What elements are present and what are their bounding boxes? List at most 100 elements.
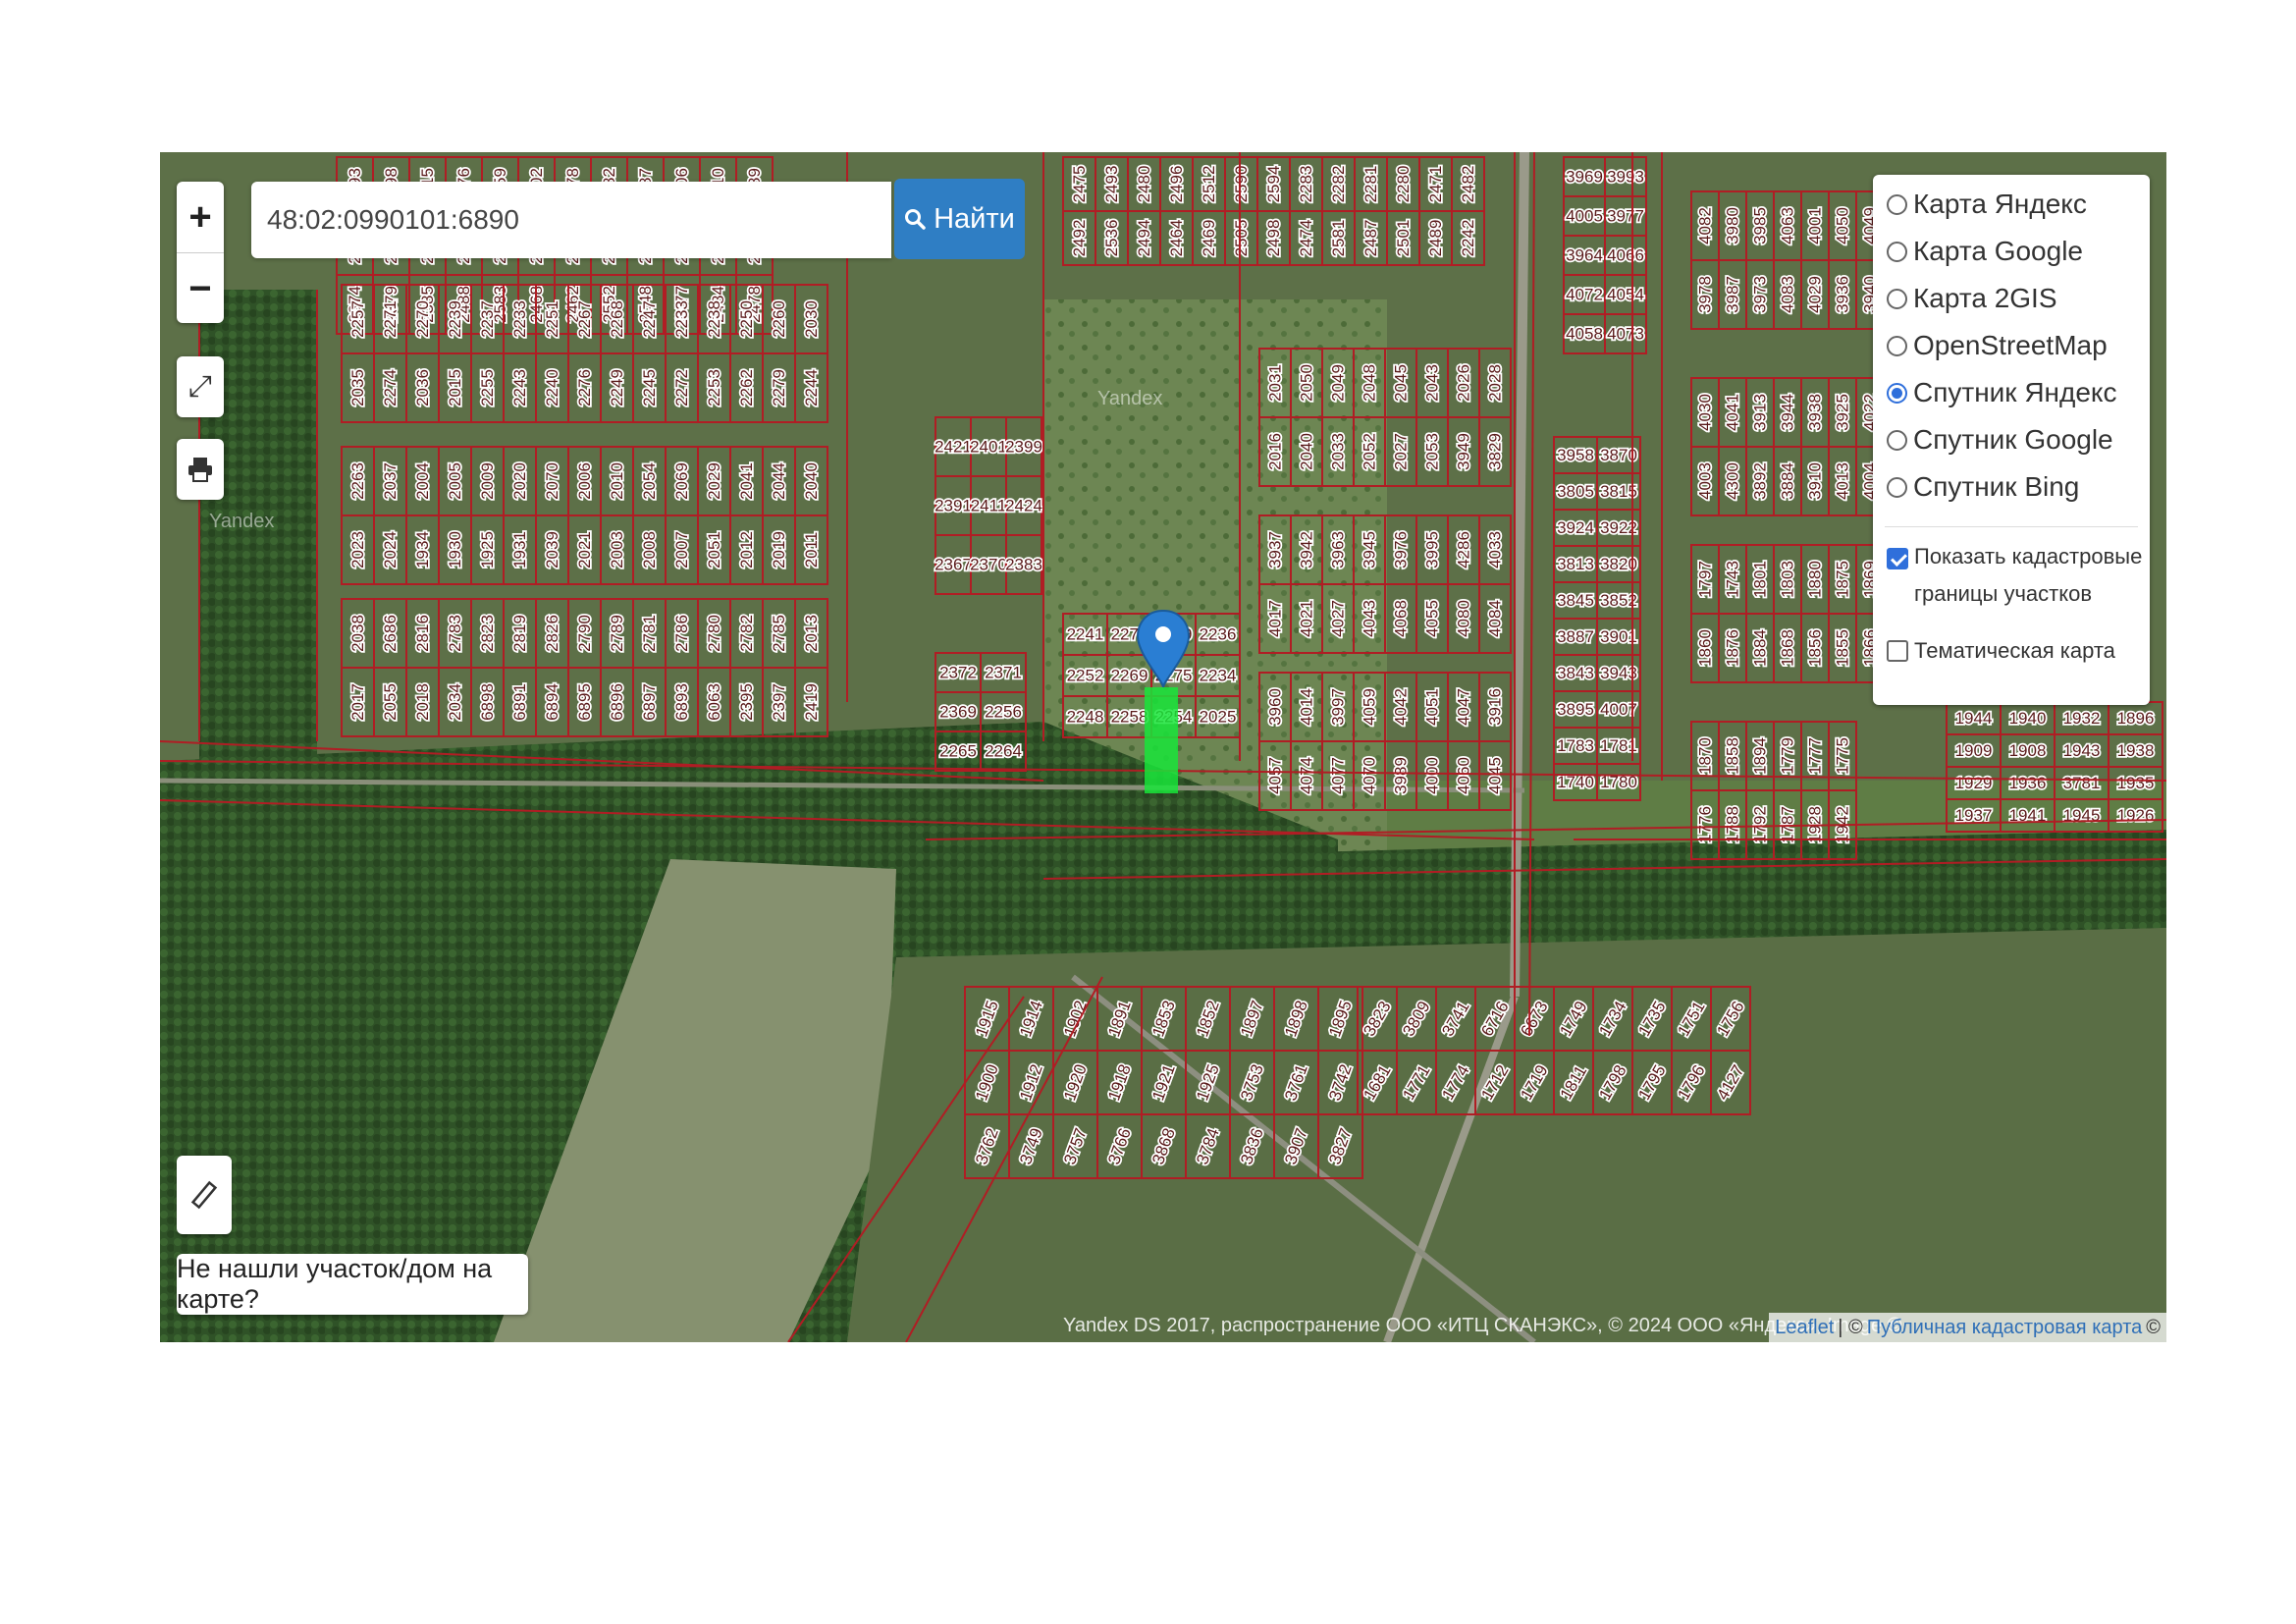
parcel-label: 1775 <box>1834 737 1852 775</box>
layer-option-yandex-satellite[interactable]: Спутник Яндекс <box>1887 377 2117 408</box>
radio-icon[interactable] <box>1887 241 1907 262</box>
parcel-label: 2397 <box>770 683 788 721</box>
parcel-label: 2395 <box>737 683 756 721</box>
parcel-label: 2243 <box>510 369 529 406</box>
satellite-map-layer[interactable]: 2393239824152376235924022378238223872406… <box>160 152 2166 1342</box>
layer-option-2gis-map[interactable]: Карта 2GIS <box>1887 283 2057 314</box>
parcel-label: 1935 <box>2117 774 2155 792</box>
checkbox-checked-icon[interactable] <box>1887 548 1908 569</box>
parcel-label: 2240 <box>543 369 561 406</box>
parcel-label: 2419 <box>802 683 821 721</box>
parcel-label: 4051 <box>1423 688 1442 726</box>
parcel-label: 4042 <box>1392 688 1411 726</box>
map-container[interactable]: 2393239824152376235924022378238223872406… <box>160 152 2166 1342</box>
parcel-label: 2006 <box>575 462 594 500</box>
parcel-label: 2281 <box>1362 166 1380 203</box>
parcel-label: 2369 <box>939 703 977 722</box>
parcel-label: 4047 <box>1455 688 1473 726</box>
parcel-label: 2252 <box>1067 667 1104 685</box>
parcel-label: 4021 <box>1298 600 1316 637</box>
parcel-label: 1792 <box>1751 806 1770 843</box>
radio-icon[interactable] <box>1887 193 1907 215</box>
parcel-label: 1783 <box>1557 736 1594 755</box>
parcel-label: 2251 <box>543 300 561 338</box>
parcel-label: 3895 <box>1557 700 1594 719</box>
layer-option-bing-satellite[interactable]: Спутник Bing <box>1887 471 2079 503</box>
parcel-label: 2008 <box>640 531 659 568</box>
layer-option-osm[interactable]: OpenStreetMap <box>1887 330 2108 361</box>
not-found-button[interactable]: Не нашли участок/дом на карте? <box>177 1254 528 1315</box>
parcel-label: 2033 <box>1329 433 1348 470</box>
parcel-label: 3892 <box>1751 462 1770 500</box>
thematic-toggle[interactable]: Тематическая карта <box>1887 632 2115 670</box>
parcel-label: 2244 <box>802 369 821 406</box>
cadastral-map-link[interactable]: Публичная кадастровая карта <box>1867 1317 2142 1339</box>
parcel-label: 2054 <box>640 462 659 500</box>
print-button[interactable] <box>177 439 224 500</box>
parcel-label: 2043 <box>1423 364 1442 402</box>
parcel-label: 2257 <box>348 300 367 338</box>
parcel-label: 1896 <box>2117 709 2155 728</box>
parcel-label: 2020 <box>510 462 529 500</box>
zoom-out-button[interactable]: − <box>177 252 224 324</box>
parcel-label: 1788 <box>1724 806 1742 843</box>
parcel-label: 4057 <box>1266 757 1285 794</box>
parcel-label: 4003 <box>1696 462 1715 500</box>
parcel-label: 2493 <box>1102 166 1121 203</box>
selected-parcel <box>1145 687 1178 793</box>
layer-option-google-map[interactable]: Карта Google <box>1887 236 2083 267</box>
layer-option-google-satellite[interactable]: Спутник Google <box>1887 424 2113 456</box>
parcel-label: 3944 <box>1779 394 1797 431</box>
find-button[interactable]: Найти <box>894 179 1025 259</box>
parcel-label: 2048 <box>1361 364 1379 402</box>
zoom-in-button[interactable]: + <box>177 182 224 252</box>
layer-switcher: Карта Яндекс Карта Google Карта 2GIS Ope… <box>1873 175 2150 705</box>
radio-icon[interactable] <box>1887 429 1907 451</box>
parcel-label: 2367 <box>934 556 972 574</box>
parcel-label: 2241 <box>1067 625 1104 644</box>
parcel-label: 2237 <box>478 300 497 338</box>
parcel-label: 4043 <box>1361 600 1379 637</box>
parcel-label: 4050 <box>1834 207 1852 244</box>
layer-option-yandex-map[interactable]: Карта Яндекс <box>1887 189 2087 220</box>
parcel-label: 1934 <box>413 531 432 568</box>
radio-selected-icon[interactable] <box>1887 382 1907 404</box>
parcel-label: 2496 <box>1167 166 1186 203</box>
parcel-label: 2016 <box>1266 433 1285 470</box>
parcel-label: 3987 <box>1724 276 1742 313</box>
radio-icon[interactable] <box>1887 288 1907 309</box>
parcel-label: 2424 <box>1005 497 1042 515</box>
parcel-label: 2035 <box>348 369 367 406</box>
ruler-button[interactable] <box>177 1156 232 1234</box>
parcel-label: 2028 <box>1486 364 1505 402</box>
parcel-label: 2274 <box>381 369 400 406</box>
radio-icon[interactable] <box>1887 476 1907 498</box>
parcel-label: 1940 <box>2009 709 2047 728</box>
parcel-label: 2782 <box>737 615 756 652</box>
fullscreen-button[interactable]: ⤢ <box>177 356 224 417</box>
search-input[interactable] <box>265 182 878 258</box>
checkbox-icon[interactable] <box>1887 640 1908 662</box>
parcel-label: 2069 <box>672 462 691 500</box>
parcel-label: 2249 <box>608 369 626 406</box>
leaflet-link[interactable]: Leaflet <box>1775 1317 1834 1339</box>
ruler-icon <box>190 1180 218 1210</box>
parcel-label: 2253 <box>705 369 723 406</box>
parcel-label: 2411 <box>971 497 1007 515</box>
parcel-label: 2263 <box>348 462 367 500</box>
parcel-label: 2280 <box>1394 166 1413 203</box>
parcel-label: 2489 <box>1426 220 1445 257</box>
parcel-label: 3976 <box>1392 531 1411 568</box>
parcel-label: 2242 <box>1459 220 1477 257</box>
layer-label: Карта Google <box>1913 236 2083 266</box>
parcel-label: 3963 <box>1329 531 1348 568</box>
parcel-label: 2040 <box>1298 433 1316 470</box>
cadastral-toggle[interactable]: Показать кадастровые границы участков <box>1887 538 2142 613</box>
layer-divider <box>1885 526 2138 527</box>
parcel-label: 2019 <box>770 531 788 568</box>
parcel-label: 2015 <box>446 369 464 406</box>
parcel-label: 2790 <box>575 615 594 652</box>
radio-icon[interactable] <box>1887 335 1907 356</box>
parcel-label: 1787 <box>1779 806 1797 843</box>
parcel-label: 6063 <box>705 683 723 721</box>
